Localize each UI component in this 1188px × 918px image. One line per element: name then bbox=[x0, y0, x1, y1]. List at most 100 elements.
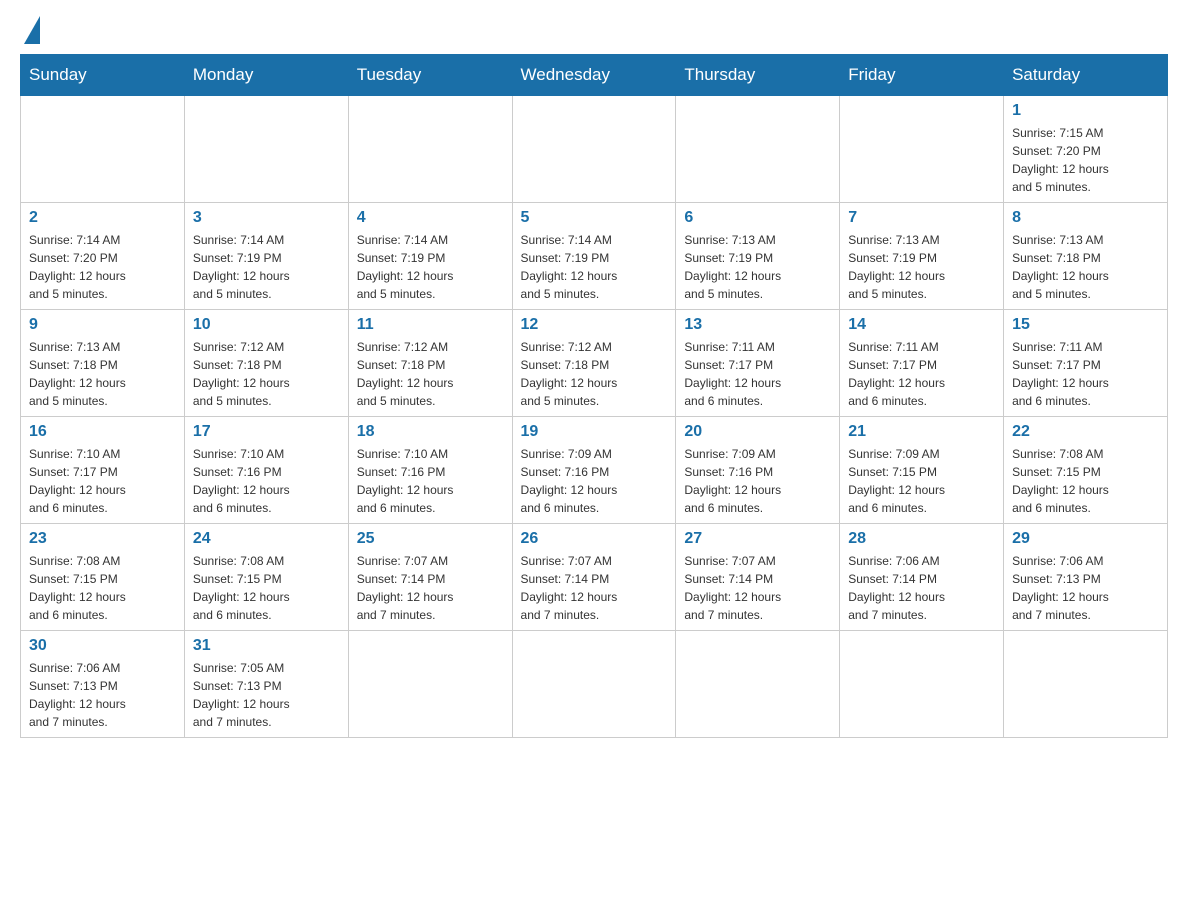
day-info: Sunrise: 7:14 AM Sunset: 7:20 PM Dayligh… bbox=[29, 231, 176, 303]
calendar-cell bbox=[184, 96, 348, 203]
calendar-week-1: 1Sunrise: 7:15 AM Sunset: 7:20 PM Daylig… bbox=[21, 96, 1168, 203]
calendar-cell: 4 Sunrise: 7:14 AM Sunset: 7:19 PM Daylig… bbox=[348, 203, 512, 310]
calendar-cell bbox=[840, 631, 1004, 738]
calendar-cell: 29Sunrise: 7:06 AM Sunset: 7:13 PM Dayli… bbox=[1004, 524, 1168, 631]
day-info: Sunrise: 7:05 AM Sunset: 7:13 PM Dayligh… bbox=[193, 659, 340, 731]
day-number: 11 bbox=[357, 316, 504, 334]
day-number: 18 bbox=[357, 423, 504, 441]
day-info: Sunrise: 7:15 AM Sunset: 7:20 PM Dayligh… bbox=[1012, 124, 1159, 196]
day-info: Sunrise: 7:10 AM Sunset: 7:17 PM Dayligh… bbox=[29, 445, 176, 517]
calendar-cell: 18 Sunrise: 7:10 AM Sunset: 7:16 PM Dayli… bbox=[348, 417, 512, 524]
calendar-cell: 17Sunrise: 7:10 AM Sunset: 7:16 PM Dayli… bbox=[184, 417, 348, 524]
day-number: 26 bbox=[521, 530, 668, 548]
day-info: Sunrise: 7:11 AM Sunset: 7:17 PM Dayligh… bbox=[848, 338, 995, 410]
day-info: Sunrise: 7:06 AM Sunset: 7:13 PM Dayligh… bbox=[29, 659, 176, 731]
day-info: Sunrise: 7:07 AM Sunset: 7:14 PM Dayligh… bbox=[521, 552, 668, 624]
calendar-cell: 16 Sunrise: 7:10 AM Sunset: 7:17 PM Dayli… bbox=[21, 417, 185, 524]
calendar-week-2: 2Sunrise: 7:14 AM Sunset: 7:20 PM Daylig… bbox=[21, 203, 1168, 310]
calendar-cell bbox=[676, 96, 840, 203]
day-number: 4 bbox=[357, 209, 504, 227]
day-info: Sunrise: 7:09 AM Sunset: 7:16 PM Dayligh… bbox=[521, 445, 668, 517]
calendar-cell: 28 Sunrise: 7:06 AM Sunset: 7:14 PM Dayli… bbox=[840, 524, 1004, 631]
calendar-cell bbox=[512, 96, 676, 203]
day-number: 22 bbox=[1012, 423, 1159, 441]
day-info: Sunrise: 7:08 AM Sunset: 7:15 PM Dayligh… bbox=[193, 552, 340, 624]
day-number: 19 bbox=[521, 423, 668, 441]
page-header bbox=[20, 20, 1168, 44]
day-info: Sunrise: 7:08 AM Sunset: 7:15 PM Dayligh… bbox=[1012, 445, 1159, 517]
day-info: Sunrise: 7:10 AM Sunset: 7:16 PM Dayligh… bbox=[357, 445, 504, 517]
weekday-header-thursday: Thursday bbox=[676, 55, 840, 96]
calendar-cell: 7 Sunrise: 7:13 AM Sunset: 7:19 PM Daylig… bbox=[840, 203, 1004, 310]
calendar-cell bbox=[1004, 631, 1168, 738]
calendar-cell: 31 Sunrise: 7:05 AM Sunset: 7:13 PM Dayli… bbox=[184, 631, 348, 738]
day-number: 27 bbox=[684, 530, 831, 548]
calendar-cell: 8Sunrise: 7:13 AM Sunset: 7:18 PM Daylig… bbox=[1004, 203, 1168, 310]
day-number: 16 bbox=[29, 423, 176, 441]
day-number: 25 bbox=[357, 530, 504, 548]
weekday-header-tuesday: Tuesday bbox=[348, 55, 512, 96]
calendar-cell bbox=[512, 631, 676, 738]
day-number: 23 bbox=[29, 530, 176, 548]
day-info: Sunrise: 7:07 AM Sunset: 7:14 PM Dayligh… bbox=[684, 552, 831, 624]
day-number: 17 bbox=[193, 423, 340, 441]
day-info: Sunrise: 7:06 AM Sunset: 7:13 PM Dayligh… bbox=[1012, 552, 1159, 624]
logo-general bbox=[20, 20, 40, 44]
day-number: 6 bbox=[684, 209, 831, 227]
calendar-week-3: 9Sunrise: 7:13 AM Sunset: 7:18 PM Daylig… bbox=[21, 310, 1168, 417]
day-info: Sunrise: 7:09 AM Sunset: 7:16 PM Dayligh… bbox=[684, 445, 831, 517]
calendar-cell bbox=[676, 631, 840, 738]
calendar-cell: 24 Sunrise: 7:08 AM Sunset: 7:15 PM Dayli… bbox=[184, 524, 348, 631]
calendar-cell: 25 Sunrise: 7:07 AM Sunset: 7:14 PM Dayli… bbox=[348, 524, 512, 631]
calendar-cell bbox=[348, 96, 512, 203]
day-number: 31 bbox=[193, 637, 340, 655]
calendar-cell: 13 Sunrise: 7:11 AM Sunset: 7:17 PM Dayli… bbox=[676, 310, 840, 417]
day-number: 15 bbox=[1012, 316, 1159, 334]
day-info: Sunrise: 7:13 AM Sunset: 7:19 PM Dayligh… bbox=[848, 231, 995, 303]
day-number: 5 bbox=[521, 209, 668, 227]
day-number: 20 bbox=[684, 423, 831, 441]
calendar-cell bbox=[840, 96, 1004, 203]
day-number: 13 bbox=[684, 316, 831, 334]
calendar-cell: 12 Sunrise: 7:12 AM Sunset: 7:18 PM Dayli… bbox=[512, 310, 676, 417]
calendar-week-6: 30 Sunrise: 7:06 AM Sunset: 7:13 PM Dayli… bbox=[21, 631, 1168, 738]
weekday-header-sunday: Sunday bbox=[21, 55, 185, 96]
weekday-header-friday: Friday bbox=[840, 55, 1004, 96]
day-number: 28 bbox=[848, 530, 995, 548]
day-number: 30 bbox=[29, 637, 176, 655]
calendar-body: 1Sunrise: 7:15 AM Sunset: 7:20 PM Daylig… bbox=[21, 96, 1168, 738]
day-info: Sunrise: 7:11 AM Sunset: 7:17 PM Dayligh… bbox=[684, 338, 831, 410]
calendar-cell: 22 Sunrise: 7:08 AM Sunset: 7:15 PM Dayli… bbox=[1004, 417, 1168, 524]
day-info: Sunrise: 7:07 AM Sunset: 7:14 PM Dayligh… bbox=[357, 552, 504, 624]
day-number: 10 bbox=[193, 316, 340, 334]
calendar-cell: 10Sunrise: 7:12 AM Sunset: 7:18 PM Dayli… bbox=[184, 310, 348, 417]
weekday-header-monday: Monday bbox=[184, 55, 348, 96]
day-info: Sunrise: 7:14 AM Sunset: 7:19 PM Dayligh… bbox=[357, 231, 504, 303]
day-info: Sunrise: 7:14 AM Sunset: 7:19 PM Dayligh… bbox=[193, 231, 340, 303]
weekday-header-wednesday: Wednesday bbox=[512, 55, 676, 96]
calendar-cell: 26 Sunrise: 7:07 AM Sunset: 7:14 PM Dayli… bbox=[512, 524, 676, 631]
day-number: 12 bbox=[521, 316, 668, 334]
day-number: 14 bbox=[848, 316, 995, 334]
calendar-cell: 9Sunrise: 7:13 AM Sunset: 7:18 PM Daylig… bbox=[21, 310, 185, 417]
calendar-week-5: 23 Sunrise: 7:08 AM Sunset: 7:15 PM Dayli… bbox=[21, 524, 1168, 631]
calendar-cell: 15 Sunrise: 7:11 AM Sunset: 7:17 PM Dayli… bbox=[1004, 310, 1168, 417]
day-info: Sunrise: 7:12 AM Sunset: 7:18 PM Dayligh… bbox=[521, 338, 668, 410]
day-info: Sunrise: 7:12 AM Sunset: 7:18 PM Dayligh… bbox=[357, 338, 504, 410]
calendar-cell: 30 Sunrise: 7:06 AM Sunset: 7:13 PM Dayli… bbox=[21, 631, 185, 738]
calendar-header: SundayMondayTuesdayWednesdayThursdayFrid… bbox=[21, 55, 1168, 96]
calendar-cell: 1Sunrise: 7:15 AM Sunset: 7:20 PM Daylig… bbox=[1004, 96, 1168, 203]
day-number: 24 bbox=[193, 530, 340, 548]
day-info: Sunrise: 7:11 AM Sunset: 7:17 PM Dayligh… bbox=[1012, 338, 1159, 410]
calendar-week-4: 16 Sunrise: 7:10 AM Sunset: 7:17 PM Dayli… bbox=[21, 417, 1168, 524]
calendar-cell: 27 Sunrise: 7:07 AM Sunset: 7:14 PM Dayli… bbox=[676, 524, 840, 631]
day-number: 8 bbox=[1012, 209, 1159, 227]
day-info: Sunrise: 7:06 AM Sunset: 7:14 PM Dayligh… bbox=[848, 552, 995, 624]
calendar-cell: 3 Sunrise: 7:14 AM Sunset: 7:19 PM Daylig… bbox=[184, 203, 348, 310]
day-number: 7 bbox=[848, 209, 995, 227]
calendar-cell bbox=[348, 631, 512, 738]
weekday-header-saturday: Saturday bbox=[1004, 55, 1168, 96]
calendar-cell: 2Sunrise: 7:14 AM Sunset: 7:20 PM Daylig… bbox=[21, 203, 185, 310]
day-number: 3 bbox=[193, 209, 340, 227]
day-info: Sunrise: 7:14 AM Sunset: 7:19 PM Dayligh… bbox=[521, 231, 668, 303]
